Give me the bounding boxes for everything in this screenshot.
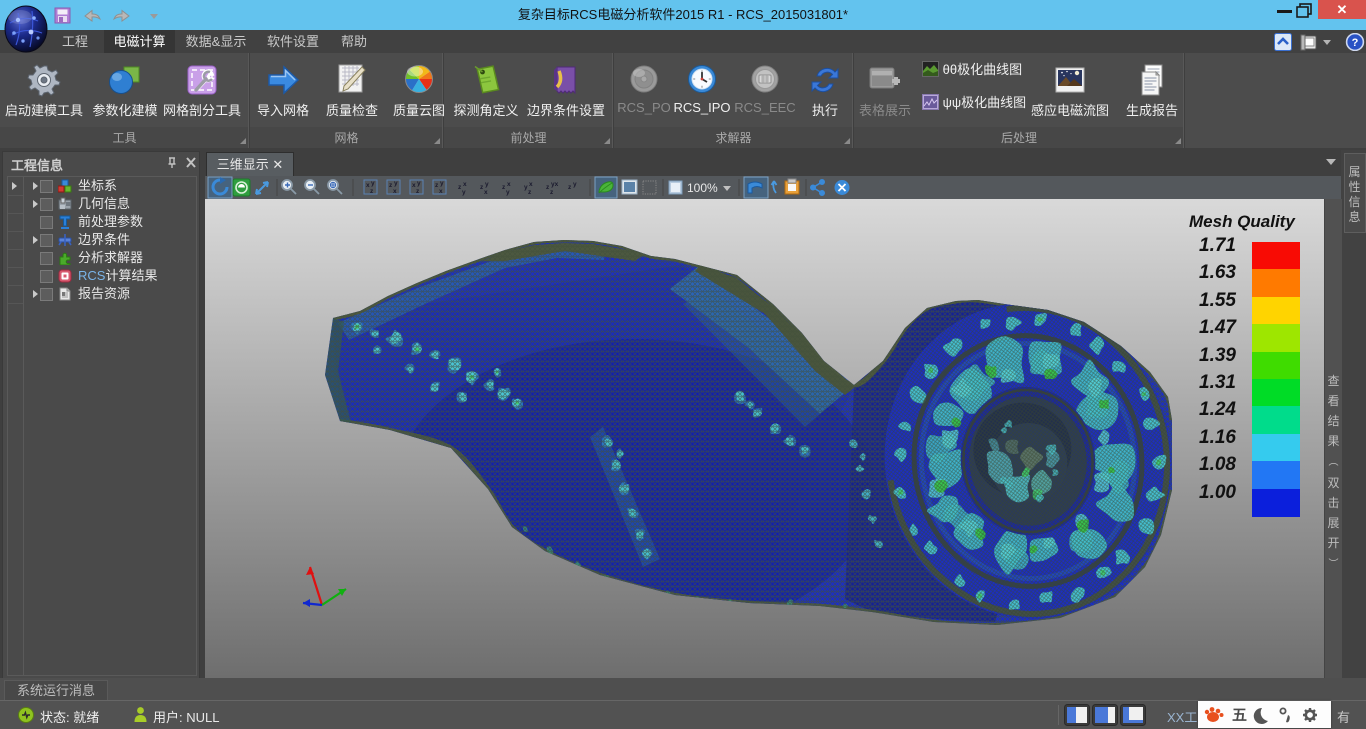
svg-text:y: y (394, 180, 398, 187)
svg-text:y: y (417, 180, 421, 187)
svg-text:x: x (484, 189, 488, 196)
svg-text:y: y (371, 180, 375, 187)
svg-text:?: ? (1352, 37, 1359, 49)
svg-text:x: x (463, 181, 467, 188)
svg-text:y: y (573, 181, 577, 188)
svg-text:x: x (507, 181, 511, 188)
svg-text:x: x (439, 188, 443, 195)
svg-text:100%: 100% (687, 181, 718, 195)
svg-text:五: 五 (1232, 707, 1247, 724)
svg-text:x: x (393, 188, 397, 195)
svg-text:y: y (462, 189, 466, 196)
svg-text:x: x (529, 181, 533, 188)
svg-text:y: y (440, 180, 444, 187)
svg-text:y: y (506, 189, 510, 196)
svg-text:z: z (528, 189, 532, 196)
svg-text:z: z (568, 184, 572, 191)
svg-text:z: z (550, 189, 554, 196)
svg-text:yx: yx (551, 181, 559, 188)
svg-text:y: y (485, 181, 489, 188)
